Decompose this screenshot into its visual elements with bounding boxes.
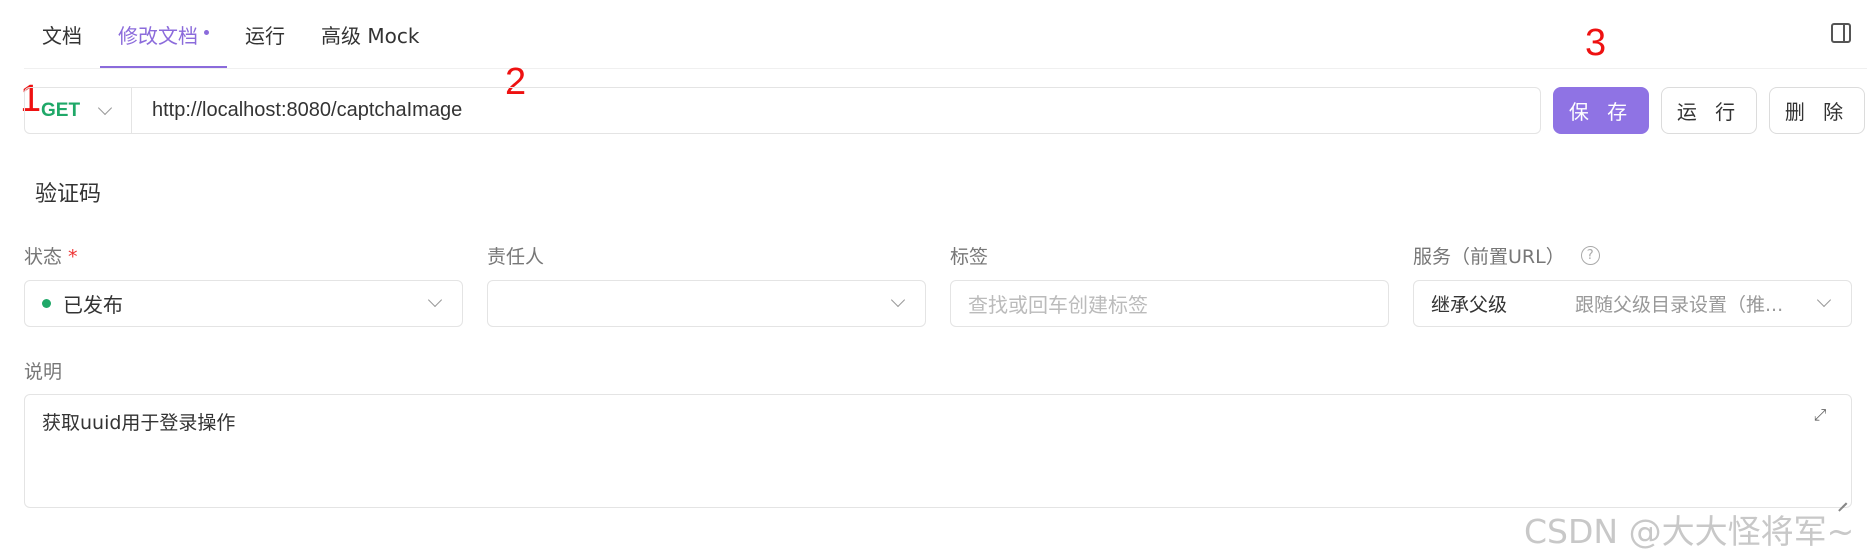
status-dot-icon [42,299,51,308]
annotation-3: 3 [1585,22,1607,64]
required-mark: * [68,246,78,268]
status-value: 已发布 [63,293,123,317]
tab-run[interactable]: 运行 [227,0,303,69]
tags-input[interactable]: 查找或回车创建标签 [950,280,1389,327]
resize-handle-icon[interactable] [1836,492,1848,504]
owner-label: 责任人 [487,246,545,268]
save-button[interactable]: 保 存 [1553,87,1649,134]
description-textarea[interactable]: 获取uuid用于登录操作 ⤢ [24,394,1852,508]
tags-placeholder: 查找或回车创建标签 [968,293,1148,317]
url-bar: GET [24,87,1541,134]
panel-toggle-icon[interactable] [1831,23,1851,43]
tab-docs-label: 文档 [42,24,82,48]
tags-label: 标签 [950,246,989,268]
tab-edit-docs[interactable]: 修改文档 [100,0,227,69]
service-value: 跟随父级目录设置（推... [1575,294,1784,316]
chevron-down-icon [97,100,113,115]
service-mode[interactable]: 继承父级 [1414,290,1575,317]
help-icon[interactable]: ? [1580,246,1600,265]
service-label: 服务（前置URL）? [1413,242,1600,269]
tab-advanced-mock-label: 高级 Mock [321,24,420,48]
chevron-down-icon [1816,292,1832,308]
tab-run-label: 运行 [245,24,285,48]
description-text: 获取uuid用于登录操作 [42,412,236,434]
tab-docs[interactable]: 文档 [24,0,100,69]
tab-advanced-mock[interactable]: 高级 Mock [303,0,437,69]
method-select[interactable]: GET [25,88,132,133]
owner-select[interactable] [487,280,926,327]
chevron-down-icon [427,292,443,308]
doc-title[interactable]: 验证码 [35,176,101,208]
method-label: GET [41,99,81,121]
tabs-divider [24,68,1867,69]
service-select[interactable]: 继承父级 跟随父级目录设置（推... [1413,280,1852,327]
unsaved-dot-icon [204,30,209,35]
description-label: 说明 [24,361,63,383]
tab-bar: 文档 修改文档 运行 高级 Mock [24,0,437,69]
expand-icon[interactable]: ⤢ [1811,406,1829,424]
delete-button[interactable]: 删 除 [1769,87,1865,134]
url-input[interactable] [132,88,1540,133]
run-button[interactable]: 运 行 [1661,87,1757,134]
status-select[interactable]: 已发布 [24,280,463,327]
tab-edit-docs-label: 修改文档 [118,24,198,48]
status-label: 状态 * [24,246,78,268]
chevron-down-icon [890,292,906,308]
watermark: CSDN @大大怪将军~ [1524,512,1855,551]
